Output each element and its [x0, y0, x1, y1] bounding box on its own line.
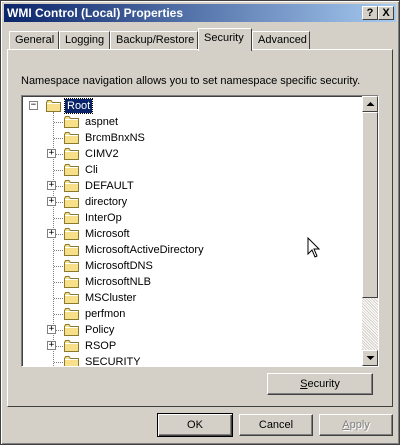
tree-node-label[interactable]: DEFAULT	[83, 179, 136, 193]
tree-node[interactable]: + CIMV2	[22, 146, 360, 162]
tree-node-label[interactable]: Microsoft	[83, 227, 132, 241]
window-title: WMI Control (Local) Properties	[7, 6, 184, 20]
folder-icon	[64, 212, 80, 224]
tree-node-label[interactable]: BrcmBnxNS	[83, 131, 147, 145]
security-button[interactable]: Security	[267, 373, 373, 395]
expand-icon[interactable]: +	[47, 341, 56, 350]
tree-node-label[interactable]: perfmon	[83, 307, 127, 321]
tree-node-label[interactable]: InterOp	[83, 211, 124, 225]
apply-button[interactable]: Apply	[319, 414, 393, 436]
folder-icon	[64, 260, 80, 272]
mouse-pointer-icon	[307, 237, 321, 258]
folder-icon	[64, 196, 80, 208]
tab-advanced[interactable]: Advanced	[252, 31, 310, 49]
tree-node-label[interactable]: Root	[63, 98, 94, 114]
folder-icon	[64, 164, 80, 176]
help-button[interactable]: ?	[362, 6, 378, 20]
tree-node[interactable]: MicrosoftNLB	[22, 274, 360, 290]
close-button[interactable]: X	[378, 6, 394, 20]
folder-icon	[64, 244, 80, 256]
properties-dialog: WMI Control (Local) Properties ? X Gener…	[0, 0, 400, 445]
tree-node-label[interactable]: directory	[83, 195, 129, 209]
expand-icon[interactable]: +	[47, 229, 56, 238]
folder-icon	[64, 308, 80, 320]
tree-node[interactable]: + Policy	[22, 322, 360, 338]
cancel-button[interactable]: Cancel	[239, 414, 313, 436]
scroll-thumb[interactable]	[362, 112, 378, 298]
folder-icon	[64, 148, 80, 160]
tree-node[interactable]: MSCluster	[22, 290, 360, 306]
tree-node[interactable]: + DEFAULT	[22, 178, 360, 194]
tree-vertical-scrollbar[interactable]	[362, 96, 378, 366]
scroll-down-button[interactable]	[362, 350, 378, 366]
tab-backup-restore[interactable]: Backup/Restore	[110, 31, 198, 49]
tree-node-label[interactable]: Cli	[83, 163, 100, 177]
tab-security[interactable]: Security	[198, 28, 252, 51]
folder-icon	[64, 180, 80, 192]
tree-node-label[interactable]: CIMV2	[83, 147, 121, 161]
expand-icon[interactable]: +	[47, 181, 56, 190]
folder-icon	[64, 324, 80, 336]
folder-icon	[64, 228, 80, 240]
expand-icon[interactable]: +	[47, 325, 56, 334]
tree-node-label[interactable]: SECURITY	[83, 355, 143, 366]
scroll-up-button[interactable]	[362, 96, 378, 112]
tree-node-label[interactable]: MSCluster	[83, 291, 138, 305]
apply-button-label: pply	[349, 419, 370, 431]
folder-icon	[64, 132, 80, 144]
folder-icon	[64, 340, 80, 352]
tree-node-root[interactable]: − Root	[22, 98, 360, 114]
apply-button-mnemonic: A	[342, 419, 350, 431]
tree-node[interactable]: BrcmBnxNS	[22, 130, 360, 146]
tree-node-label[interactable]: Policy	[83, 323, 116, 337]
tree-node[interactable]: SECURITY	[22, 354, 360, 366]
folder-icon	[64, 356, 80, 366]
expand-icon[interactable]: +	[47, 149, 56, 158]
tab-general[interactable]: General	[9, 31, 59, 49]
folder-icon	[64, 116, 80, 128]
arrow-down-icon	[366, 356, 375, 360]
title-bar[interactable]: WMI Control (Local) Properties ? X	[4, 4, 396, 22]
ok-button-label: OK	[187, 419, 203, 431]
tree-node[interactable]: + RSOP	[22, 338, 360, 354]
tab-logging[interactable]: Logging	[59, 31, 110, 49]
tree-node-label[interactable]: RSOP	[83, 339, 118, 353]
namespace-description: Namespace navigation allows you to set n…	[21, 75, 361, 87]
namespace-tree[interactable]: − Root aspnet BrcmBnxNS + CIMV2 Cli + DEFAULT + di…	[21, 95, 379, 367]
expand-icon[interactable]: +	[47, 197, 56, 206]
folder-icon	[64, 292, 80, 304]
tree-node-label[interactable]: MicrosoftActiveDirectory	[83, 243, 206, 257]
tree-node[interactable]: + directory	[22, 194, 360, 210]
tree-node[interactable]: Cli	[22, 162, 360, 178]
arrow-up-icon	[366, 102, 375, 106]
tree-node-label[interactable]: MicrosoftDNS	[83, 259, 155, 273]
tree-node[interactable]: aspnet	[22, 114, 360, 130]
collapse-icon[interactable]: −	[29, 101, 38, 110]
folder-icon	[64, 276, 80, 288]
folder-icon	[46, 100, 62, 112]
cancel-button-label: Cancel	[258, 419, 294, 431]
tree-node[interactable]: MicrosoftDNS	[22, 258, 360, 274]
security-button-mnemonic: S	[300, 378, 308, 390]
tree-node[interactable]: perfmon	[22, 306, 360, 322]
tree-node-label[interactable]: MicrosoftNLB	[83, 275, 153, 289]
security-button-label: ecurity	[307, 378, 340, 390]
tree-node-label[interactable]: aspnet	[83, 115, 120, 129]
tree-node[interactable]: InterOp	[22, 210, 360, 226]
ok-button[interactable]: OK	[157, 413, 233, 437]
